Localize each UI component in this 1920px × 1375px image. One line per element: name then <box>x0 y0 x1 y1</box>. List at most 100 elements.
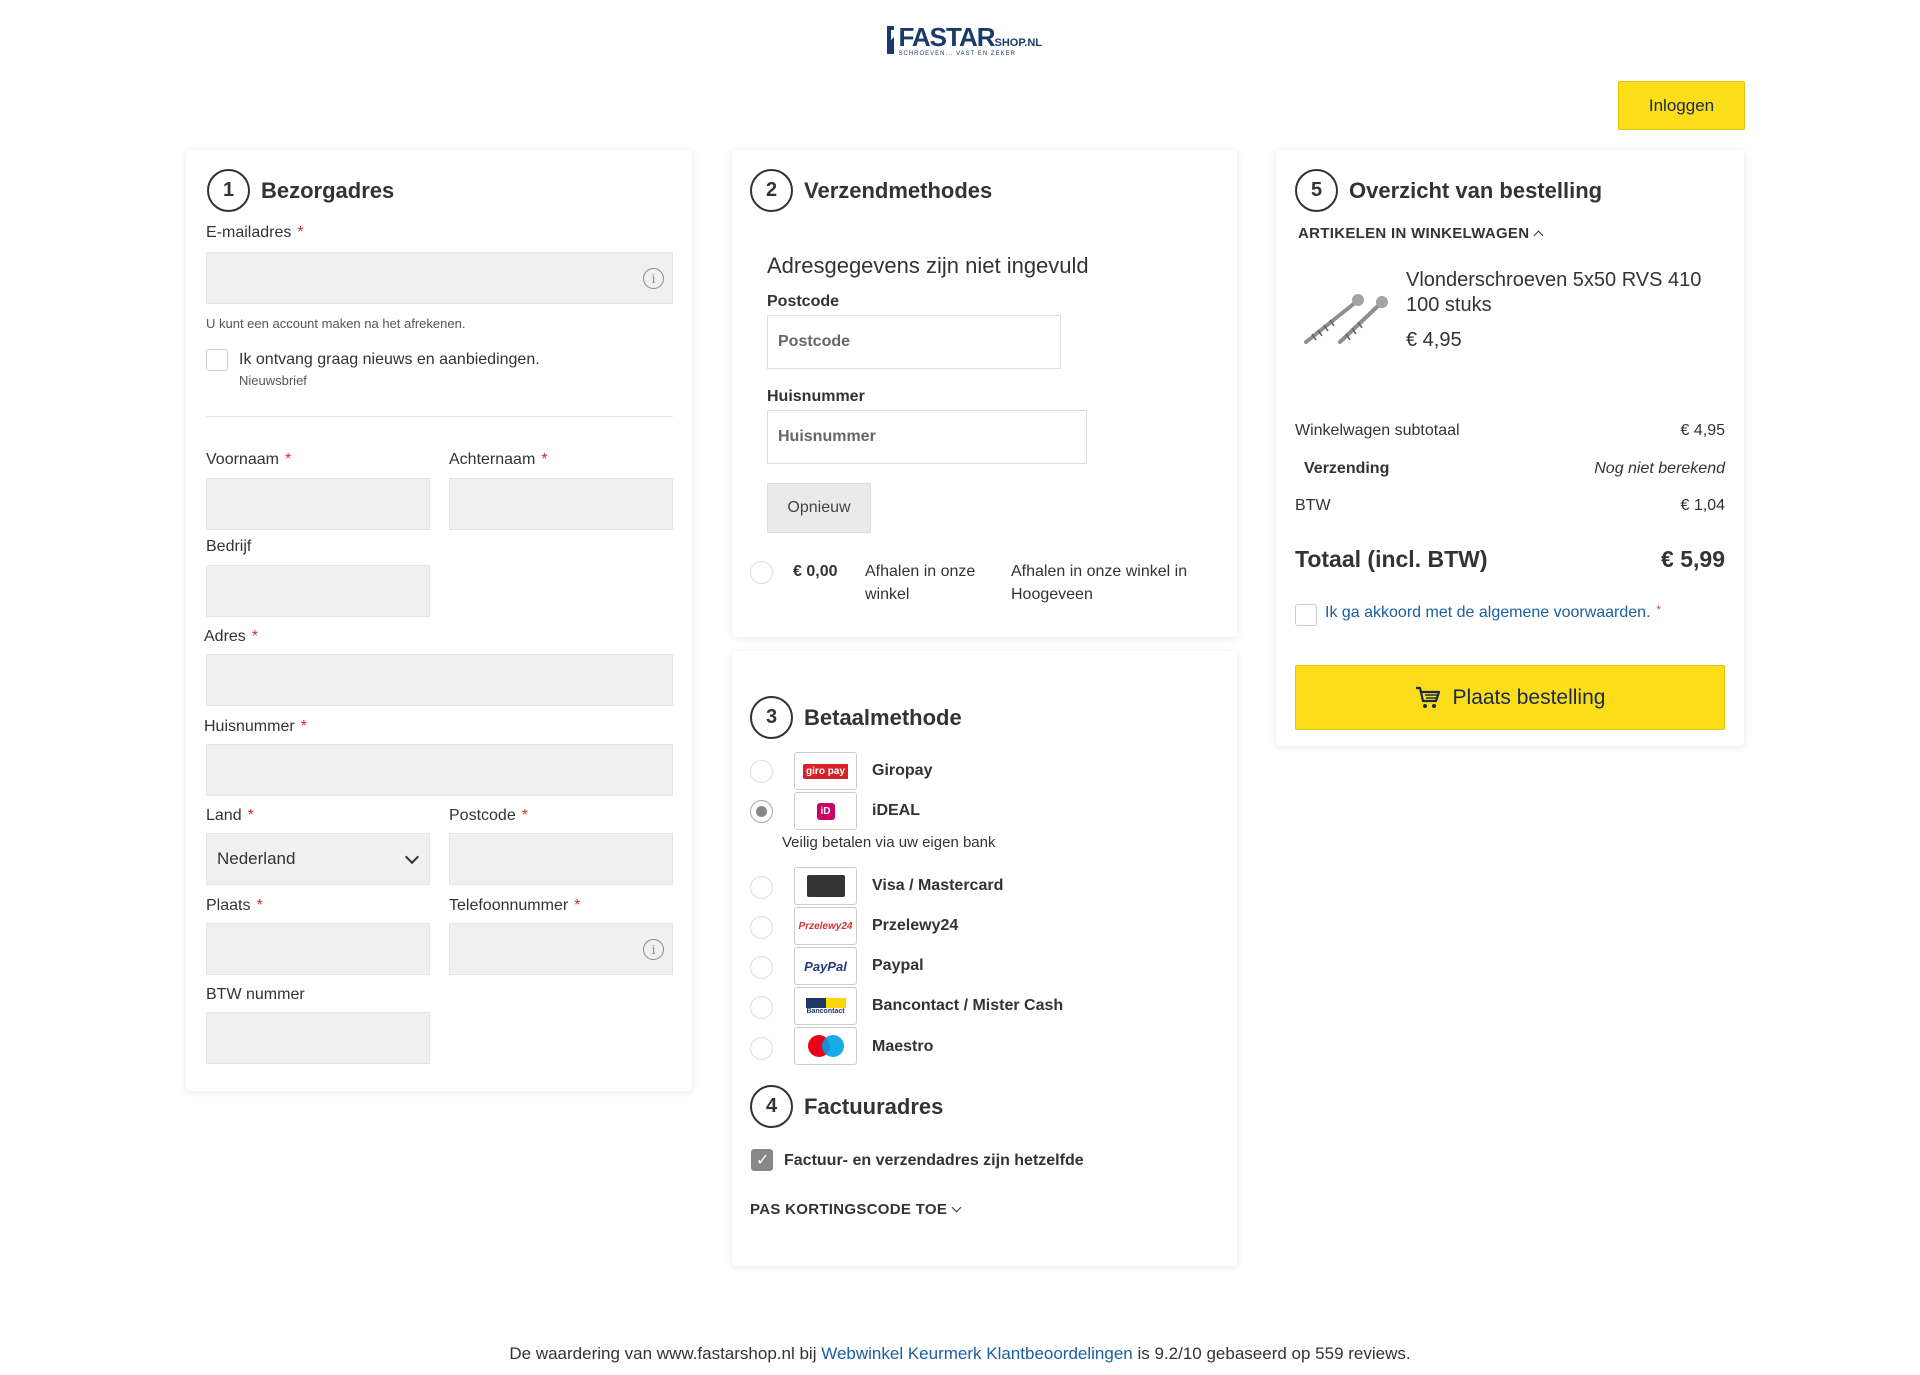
email-label: E-mailadres * <box>206 224 304 241</box>
step-number: 2 <box>750 169 793 212</box>
przelewy24-logo-icon: Przelewy24 <box>794 907 857 945</box>
subtotal-label: Winkelwagen subtotaal <box>1295 422 1460 439</box>
newsletter-checkbox[interactable] <box>206 349 228 371</box>
footer-prefix: De waardering van www.fastarshop.nl bij <box>509 1344 817 1363</box>
payment-label-giropay: Giropay <box>872 762 933 779</box>
shipping-method-price: € 0,00 <box>793 563 838 580</box>
phone-field[interactable]: i <box>449 923 673 975</box>
step-number: 3 <box>750 696 793 739</box>
address-missing-notice: Adresgegevens zijn niet ingevuld <box>767 253 1089 278</box>
payment-radio-bancontact[interactable] <box>750 996 773 1019</box>
same-address-checkbox[interactable] <box>751 1149 773 1171</box>
payment-label-przelewy24: Przelewy24 <box>872 917 959 934</box>
cart-items-toggle[interactable]: ARTIKELEN IN WINKELWAGEN <box>1298 225 1544 242</box>
payment-label-paypal: Paypal <box>872 957 924 974</box>
postcode-input[interactable]: Postcode <box>767 315 1061 369</box>
lastname-label: Achternaam * <box>449 451 548 468</box>
logo-small-text: SHOP.NL <box>994 36 1042 49</box>
step-number: 4 <box>750 1085 793 1128</box>
email-field[interactable]: i <box>206 252 673 304</box>
step-4-header: 4 Factuuradres <box>750 1085 943 1128</box>
company-label: Bedrijf <box>206 538 252 555</box>
review-link[interactable]: Webwinkel Keurmerk Klantbeoordelingen <box>821 1344 1133 1363</box>
country-select[interactable]: Nederland <box>206 833 430 885</box>
payment-radio-giropay[interactable] <box>750 760 773 783</box>
vat-row: BTW € 1,04 <box>1295 497 1725 515</box>
company-field[interactable] <box>206 565 430 617</box>
logo-tagline: SCHROEVEN... VAST EN ZEKER <box>898 50 1016 57</box>
cart-caption: ARTIKELEN IN WINKELWAGEN <box>1298 225 1530 242</box>
step-number: 5 <box>1295 169 1338 212</box>
product-price: € 4,95 <box>1406 329 1462 351</box>
postcode-field[interactable] <box>449 833 673 885</box>
subtotal-value: € 4,95 <box>1680 422 1725 439</box>
payment-label-maestro: Maestro <box>872 1038 934 1055</box>
postcode-label: Postcode * <box>449 807 528 824</box>
apply-coupon-toggle[interactable]: PAS KORTINGSCODE TOE <box>750 1201 962 1218</box>
street-field[interactable] <box>206 654 673 706</box>
step-5-header: 5 Overzicht van bestelling <box>1295 169 1602 212</box>
payment-label-visa-mastercard: Visa / Mastercard <box>872 877 1004 894</box>
info-icon[interactable]: i <box>643 939 664 960</box>
payment-radio-maestro[interactable] <box>750 1037 773 1060</box>
housenumber-field[interactable] <box>206 744 673 796</box>
login-button[interactable]: Inloggen <box>1618 81 1745 130</box>
step-3-header: 3 Betaalmethode <box>750 696 962 739</box>
step-number: 1 <box>207 169 250 212</box>
retry-button[interactable]: Opnieuw <box>767 483 871 533</box>
review-footer: De waardering van www.fastarshop.nl bij … <box>0 1344 1920 1364</box>
total-label: Totaal (incl. BTW) <box>1295 546 1488 572</box>
section-title: Bezorgadres <box>261 177 395 203</box>
vat-label: BTW <box>1295 497 1331 514</box>
payment-label-ideal: iDEAL <box>872 802 920 819</box>
place-order-button[interactable]: Plaats bestelling <box>1295 665 1725 730</box>
firstname-field[interactable] <box>206 478 430 530</box>
city-field[interactable] <box>206 923 430 975</box>
terms-link[interactable]: Ik ga akkoord met de algemene voorwaarde… <box>1325 604 1661 622</box>
country-value: Nederland <box>217 849 296 868</box>
fastarshop-logo[interactable]: FASTARSHOP.NL SCHROEVEN... VAST EN ZEKER <box>887 21 1042 57</box>
order-summary-panel: 5 Overzicht van bestelling ARTIKELEN IN … <box>1276 150 1744 746</box>
payment-label-bancontact: Bancontact / Mister Cash <box>872 997 1064 1014</box>
ideal-logo-icon: iD <box>794 792 857 830</box>
same-address-label: Factuur- en verzendadres zijn hetzelfde <box>784 1152 1084 1169</box>
shopping-cart-icon <box>1415 686 1440 708</box>
vat-field[interactable] <box>206 1012 430 1064</box>
paypal-logo-icon: PayPal <box>794 947 857 985</box>
vat-value: € 1,04 <box>1680 497 1725 514</box>
place-order-label: Plaats bestelling <box>1452 685 1606 709</box>
shipping-cost-label: Verzending <box>1304 460 1390 477</box>
payment-panel: 3 Betaalmethode giro pay Giropay iD iDEA… <box>732 651 1237 1266</box>
lastname-field[interactable] <box>449 478 673 530</box>
newsletter-sub-label: Nieuwsbrief <box>239 373 307 388</box>
shipping-method-name: Afhalen in onze winkel <box>865 563 976 603</box>
info-icon[interactable]: i <box>643 268 664 289</box>
terms-checkbox[interactable] <box>1295 604 1317 626</box>
divider <box>206 416 673 417</box>
section-title: Betaalmethode <box>804 704 962 730</box>
product-name: Vlonderschroeven 5x50 RVS 410 100 stuks <box>1406 269 1702 316</box>
section-title: Overzicht van bestelling <box>1349 177 1603 203</box>
payment-radio-ideal[interactable] <box>750 800 773 823</box>
vat-label: BTW nummer <box>206 986 305 1003</box>
chevron-up-icon <box>1533 230 1544 241</box>
subtotal-row: Winkelwagen subtotaal € 4,95 <box>1295 422 1725 440</box>
firstname-label: Voornaam * <box>206 451 292 468</box>
product-image <box>1304 294 1388 344</box>
city-label: Plaats * <box>206 897 263 914</box>
logo-mark-icon <box>887 26 902 54</box>
chevron-down-icon <box>404 849 420 865</box>
payment-radio-paypal[interactable] <box>750 956 773 979</box>
bancontact-logo-icon: Bancontact <box>794 987 857 1025</box>
housenumber-input[interactable]: Huisnummer <box>767 410 1087 464</box>
shipping-cost-row: Verzending Nog niet berekend <box>1295 460 1725 478</box>
ideal-description: Veilig betalen via uw eigen bank <box>782 834 996 851</box>
housenumber-label: Huisnummer * <box>204 718 307 735</box>
footer-suffix: is 9.2/10 gebaseerd op 559 reviews. <box>1137 1344 1411 1363</box>
shipping-method-radio[interactable] <box>750 561 773 584</box>
payment-radio-visa-mastercard[interactable] <box>750 876 773 899</box>
logo-main-text: FASTAR <box>898 21 995 52</box>
payment-radio-przelewy24[interactable] <box>750 916 773 939</box>
giropay-logo-icon: giro pay <box>794 752 857 790</box>
street-label: Adres * <box>204 628 259 645</box>
